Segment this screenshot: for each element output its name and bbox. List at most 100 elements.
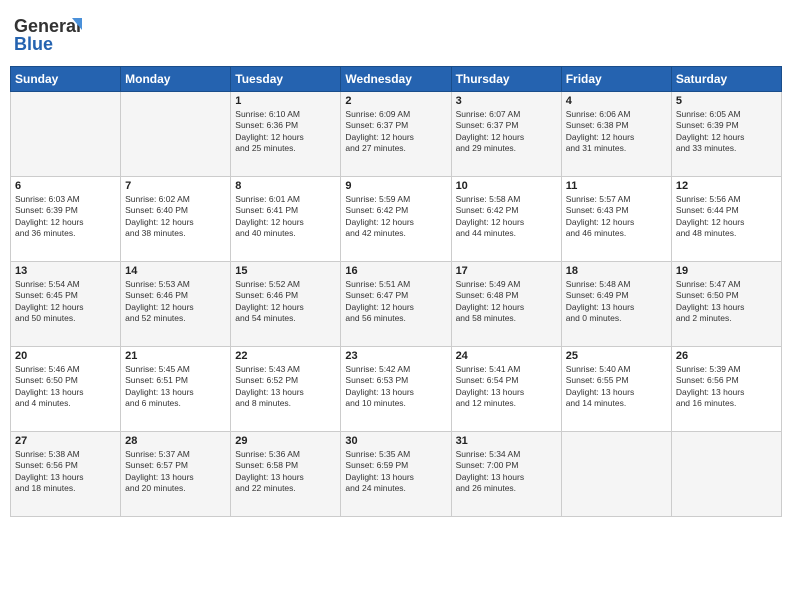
calendar-week-2: 6 Sunrise: 6:03 AM Sunset: 6:39 PM Daylig… (11, 177, 782, 262)
weekday-header-sunday: Sunday (11, 67, 121, 92)
day-number: 7 (125, 180, 226, 192)
day-info: Sunrise: 6:03 AM Sunset: 6:39 PM Dayligh… (15, 194, 116, 240)
calendar-cell: 12Sunrise: 5:56 AM Sunset: 6:44 PM Dayli… (671, 177, 781, 262)
calendar-week-1: 1 Sunrise: 6:10 AM Sunset: 6:36 PM Daylig… (11, 92, 782, 177)
day-info: Sunrise: 5:34 AM Sunset: 7:00 PM Dayligh… (456, 449, 557, 495)
calendar-cell: 11 Sunrise: 5:57 AM Sunset: 6:43 PM Dayli… (561, 177, 671, 262)
day-info: Sunrise: 5:43 AM Sunset: 6:52 PM Dayligh… (235, 364, 336, 410)
calendar-table: SundayMondayTuesdayWednesdayThursdayFrid… (10, 66, 782, 517)
calendar-cell: 31 Sunrise: 5:34 AM Sunset: 7:00 PM Dayli… (451, 432, 561, 517)
day-number: 31 (456, 435, 557, 447)
weekday-header-wednesday: Wednesday (341, 67, 451, 92)
calendar-cell: 30Sunrise: 5:35 AM Sunset: 6:59 PM Dayli… (341, 432, 451, 517)
day-number: 12 (676, 180, 777, 192)
day-number: 26 (676, 350, 777, 362)
calendar-week-3: 13 Sunrise: 5:54 AM Sunset: 6:45 PM Dayli… (11, 262, 782, 347)
day-info: Sunrise: 5:57 AM Sunset: 6:43 PM Dayligh… (566, 194, 667, 240)
day-info: Sunrise: 5:46 AM Sunset: 6:50 PM Dayligh… (15, 364, 116, 410)
calendar-cell: 3Sunrise: 6:07 AM Sunset: 6:37 PM Daylig… (451, 92, 561, 177)
calendar-cell: 18 Sunrise: 5:48 AM Sunset: 6:49 PM Dayli… (561, 262, 671, 347)
weekday-header-friday: Friday (561, 67, 671, 92)
day-number: 20 (15, 350, 116, 362)
calendar-cell: 8 Sunrise: 6:01 AM Sunset: 6:41 PM Daylig… (231, 177, 341, 262)
day-number: 11 (566, 180, 667, 192)
day-number: 17 (456, 265, 557, 277)
svg-text:General: General (14, 16, 81, 36)
calendar-cell: 14Sunrise: 5:53 AM Sunset: 6:46 PM Dayli… (121, 262, 231, 347)
day-number: 10 (456, 180, 557, 192)
day-info: Sunrise: 5:48 AM Sunset: 6:49 PM Dayligh… (566, 279, 667, 325)
calendar-week-4: 20 Sunrise: 5:46 AM Sunset: 6:50 PM Dayli… (11, 347, 782, 432)
day-info: Sunrise: 6:07 AM Sunset: 6:37 PM Dayligh… (456, 109, 557, 155)
day-info: Sunrise: 6:06 AM Sunset: 6:38 PM Dayligh… (566, 109, 667, 155)
day-number: 24 (456, 350, 557, 362)
day-number: 6 (15, 180, 116, 192)
calendar-cell: 5 Sunrise: 6:05 AM Sunset: 6:39 PM Daylig… (671, 92, 781, 177)
day-info: Sunrise: 5:49 AM Sunset: 6:48 PM Dayligh… (456, 279, 557, 325)
day-number: 1 (235, 95, 336, 107)
calendar-cell: 29 Sunrise: 5:36 AM Sunset: 6:58 PM Dayli… (231, 432, 341, 517)
calendar-cell: 23Sunrise: 5:42 AM Sunset: 6:53 PM Dayli… (341, 347, 451, 432)
calendar-cell: 17 Sunrise: 5:49 AM Sunset: 6:48 PM Dayli… (451, 262, 561, 347)
calendar-cell: 24 Sunrise: 5:41 AM Sunset: 6:54 PM Dayli… (451, 347, 561, 432)
calendar-cell: 21Sunrise: 5:45 AM Sunset: 6:51 PM Dayli… (121, 347, 231, 432)
day-info: Sunrise: 5:51 AM Sunset: 6:47 PM Dayligh… (345, 279, 446, 325)
logo: General Blue (14, 10, 94, 60)
calendar-cell: 22Sunrise: 5:43 AM Sunset: 6:52 PM Dayli… (231, 347, 341, 432)
calendar-cell: 1 Sunrise: 6:10 AM Sunset: 6:36 PM Daylig… (231, 92, 341, 177)
calendar-cell: 2 Sunrise: 6:09 AM Sunset: 6:37 PM Daylig… (341, 92, 451, 177)
day-info: Sunrise: 5:39 AM Sunset: 6:56 PM Dayligh… (676, 364, 777, 410)
day-info: Sunrise: 5:36 AM Sunset: 6:58 PM Dayligh… (235, 449, 336, 495)
day-info: Sunrise: 5:53 AM Sunset: 6:46 PM Dayligh… (125, 279, 226, 325)
day-number: 13 (15, 265, 116, 277)
day-info: Sunrise: 6:01 AM Sunset: 6:41 PM Dayligh… (235, 194, 336, 240)
day-number: 2 (345, 95, 446, 107)
day-number: 8 (235, 180, 336, 192)
day-number: 9 (345, 180, 446, 192)
calendar-cell (671, 432, 781, 517)
day-info: Sunrise: 5:38 AM Sunset: 6:56 PM Dayligh… (15, 449, 116, 495)
day-info: Sunrise: 5:58 AM Sunset: 6:42 PM Dayligh… (456, 194, 557, 240)
day-number: 28 (125, 435, 226, 447)
day-info: Sunrise: 5:41 AM Sunset: 6:54 PM Dayligh… (456, 364, 557, 410)
calendar-cell: 6 Sunrise: 6:03 AM Sunset: 6:39 PM Daylig… (11, 177, 121, 262)
day-info: Sunrise: 5:52 AM Sunset: 6:46 PM Dayligh… (235, 279, 336, 325)
calendar-cell: 25 Sunrise: 5:40 AM Sunset: 6:55 PM Dayli… (561, 347, 671, 432)
calendar-cell (561, 432, 671, 517)
day-info: Sunrise: 6:10 AM Sunset: 6:36 PM Dayligh… (235, 109, 336, 155)
calendar-cell: 4 Sunrise: 6:06 AM Sunset: 6:38 PM Daylig… (561, 92, 671, 177)
calendar-cell: 10 Sunrise: 5:58 AM Sunset: 6:42 PM Dayli… (451, 177, 561, 262)
svg-text:Blue: Blue (14, 34, 53, 54)
day-info: Sunrise: 5:54 AM Sunset: 6:45 PM Dayligh… (15, 279, 116, 325)
calendar-cell: 27 Sunrise: 5:38 AM Sunset: 6:56 PM Dayli… (11, 432, 121, 517)
day-info: Sunrise: 5:40 AM Sunset: 6:55 PM Dayligh… (566, 364, 667, 410)
calendar-cell: 15 Sunrise: 5:52 AM Sunset: 6:46 PM Dayli… (231, 262, 341, 347)
weekday-header-monday: Monday (121, 67, 231, 92)
day-number: 23 (345, 350, 446, 362)
day-number: 27 (15, 435, 116, 447)
day-info: Sunrise: 5:37 AM Sunset: 6:57 PM Dayligh… (125, 449, 226, 495)
day-number: 5 (676, 95, 777, 107)
day-number: 25 (566, 350, 667, 362)
day-info: Sunrise: 6:09 AM Sunset: 6:37 PM Dayligh… (345, 109, 446, 155)
weekday-header-thursday: Thursday (451, 67, 561, 92)
day-info: Sunrise: 5:59 AM Sunset: 6:42 PM Dayligh… (345, 194, 446, 240)
calendar-cell (11, 92, 121, 177)
calendar-cell: 28 Sunrise: 5:37 AM Sunset: 6:57 PM Dayli… (121, 432, 231, 517)
calendar-week-5: 27 Sunrise: 5:38 AM Sunset: 6:56 PM Dayli… (11, 432, 782, 517)
day-number: 15 (235, 265, 336, 277)
day-info: Sunrise: 5:35 AM Sunset: 6:59 PM Dayligh… (345, 449, 446, 495)
calendar-header: SundayMondayTuesdayWednesdayThursdayFrid… (11, 67, 782, 92)
calendar-cell: 20 Sunrise: 5:46 AM Sunset: 6:50 PM Dayli… (11, 347, 121, 432)
weekday-header-saturday: Saturday (671, 67, 781, 92)
calendar-body: 1 Sunrise: 6:10 AM Sunset: 6:36 PM Daylig… (11, 92, 782, 517)
calendar-cell (121, 92, 231, 177)
day-number: 29 (235, 435, 336, 447)
day-number: 18 (566, 265, 667, 277)
day-number: 16 (345, 265, 446, 277)
calendar-cell: 16 Sunrise: 5:51 AM Sunset: 6:47 PM Dayli… (341, 262, 451, 347)
day-number: 4 (566, 95, 667, 107)
day-number: 19 (676, 265, 777, 277)
day-info: Sunrise: 6:05 AM Sunset: 6:39 PM Dayligh… (676, 109, 777, 155)
calendar-cell: 9 Sunrise: 5:59 AM Sunset: 6:42 PM Daylig… (341, 177, 451, 262)
